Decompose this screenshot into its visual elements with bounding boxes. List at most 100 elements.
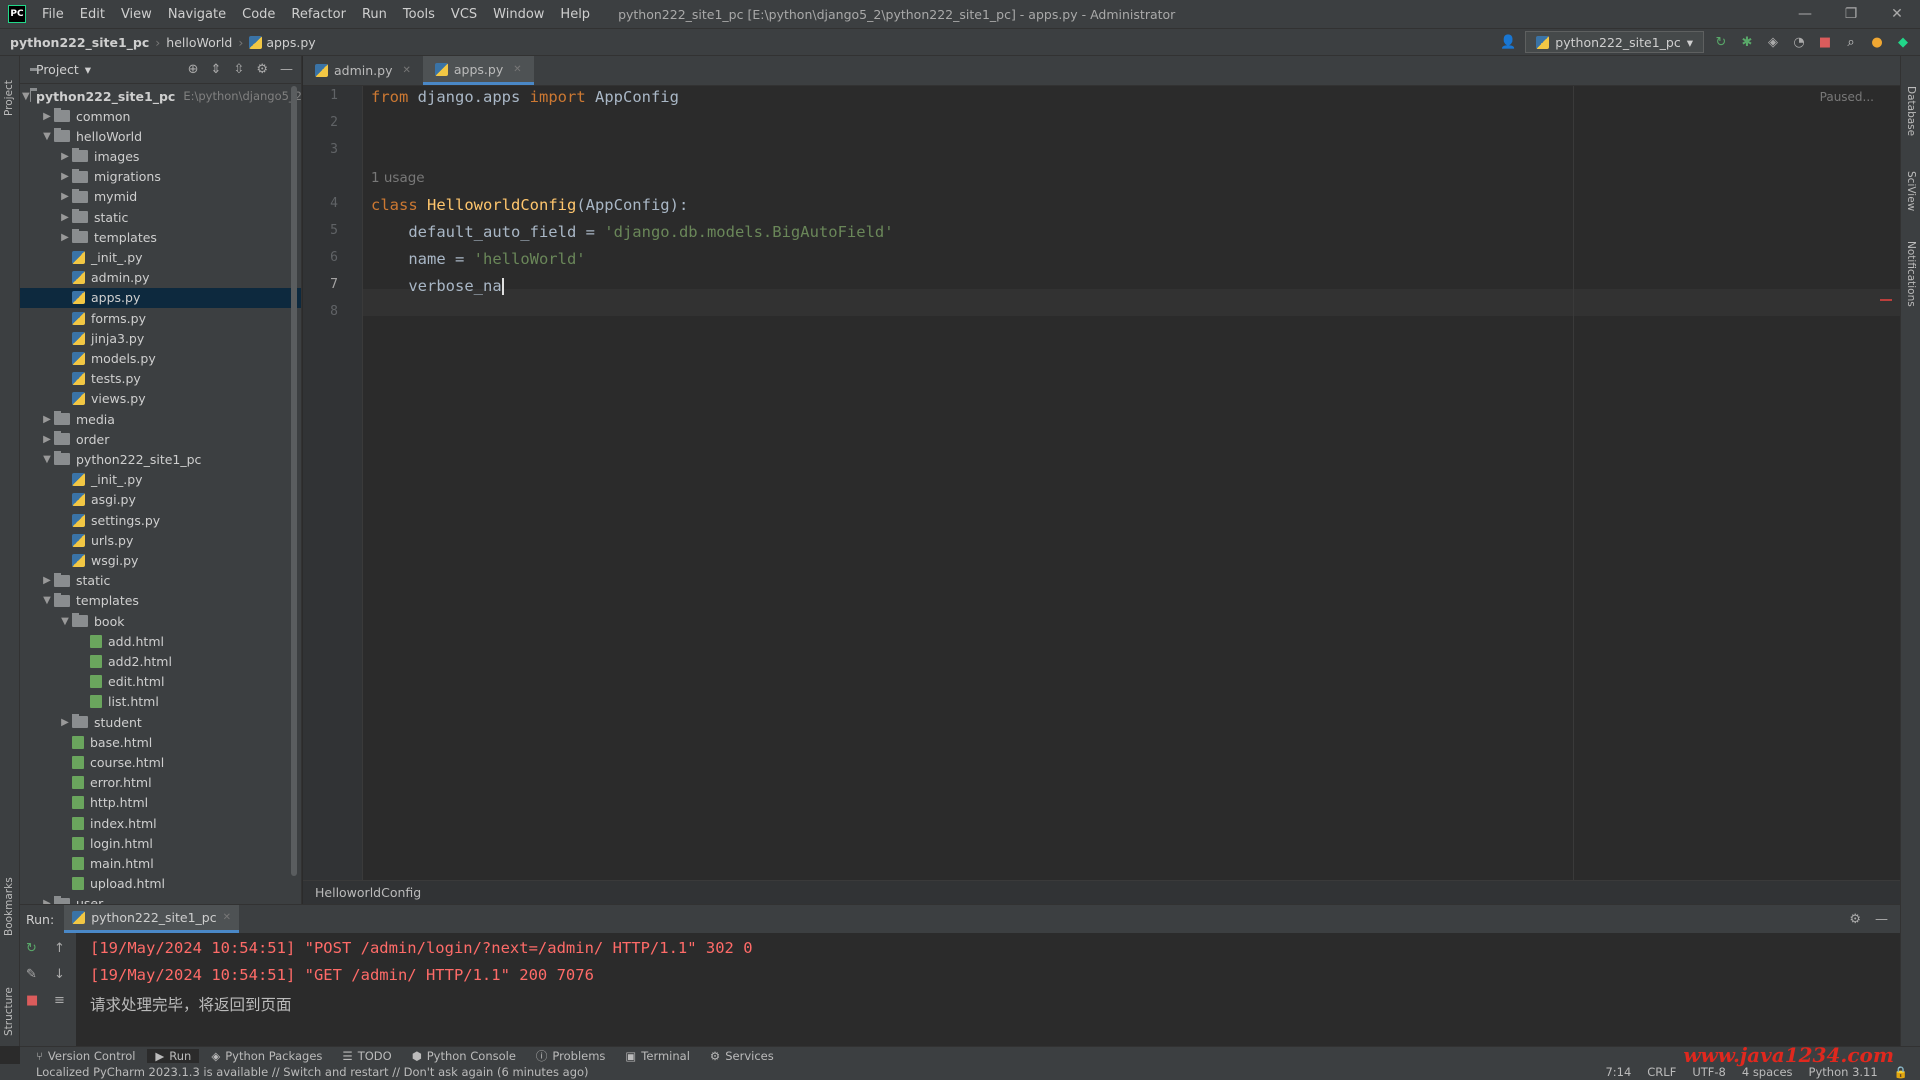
tree-item[interactable]: login.html: [20, 833, 301, 853]
tree-item[interactable]: base.html: [20, 732, 301, 752]
breadcrumb-project[interactable]: python222_site1_pc: [10, 35, 149, 50]
expand-toggle-icon[interactable]: ▶: [58, 212, 72, 223]
tree-item[interactable]: ▶ mymid: [20, 187, 301, 207]
expand-toggle-icon[interactable]: ▶: [58, 232, 72, 243]
gear-icon[interactable]: ⚙: [1849, 912, 1861, 927]
expand-toggle-icon[interactable]: ▶: [40, 111, 54, 122]
tree-item[interactable]: ▼ templates: [20, 591, 301, 611]
tree-item[interactable]: forms.py: [20, 308, 301, 328]
python-interpreter[interactable]: Python 3.11: [1809, 1065, 1878, 1079]
close-button[interactable]: ✕: [1874, 0, 1920, 28]
collapse-all-icon[interactable]: ⇳: [233, 62, 244, 77]
menu-file[interactable]: File: [34, 7, 72, 22]
menu-run[interactable]: Run: [354, 7, 395, 22]
menu-refactor[interactable]: Refactor: [283, 7, 354, 22]
menu-vcs[interactable]: VCS: [443, 7, 485, 22]
tree-item[interactable]: ▶ media: [20, 409, 301, 429]
breadcrumb-file[interactable]: apps.py: [266, 35, 315, 50]
indent-setting[interactable]: 4 spaces: [1742, 1065, 1793, 1079]
tree-item[interactable]: index.html: [20, 813, 301, 833]
tool-tab-terminal[interactable]: ▣ Terminal: [617, 1049, 697, 1063]
expand-all-icon[interactable]: ⇕: [211, 62, 222, 77]
expand-toggle-icon[interactable]: ▼: [40, 595, 54, 606]
tree-root[interactable]: ▼ python222_site1_pc E:\python\django5_2: [20, 86, 301, 106]
tree-item[interactable]: ▶ static: [20, 571, 301, 591]
caret-position[interactable]: 7:14: [1605, 1065, 1631, 1079]
user-icon[interactable]: 👤: [1499, 33, 1517, 51]
menu-view[interactable]: View: [113, 7, 160, 22]
tool-tab-python-console[interactable]: ⬢ Python Console: [404, 1049, 524, 1063]
tree-item[interactable]: add2.html: [20, 651, 301, 671]
tree-item[interactable]: admin.py: [20, 268, 301, 288]
tree-item[interactable]: ▶ common: [20, 106, 301, 126]
sciview-tool-button[interactable]: SciView: [1905, 171, 1917, 211]
expand-toggle-icon[interactable]: ▶: [58, 171, 72, 182]
tool-tab-services[interactable]: ⚙ Services: [702, 1049, 782, 1063]
tree-item[interactable]: jinja3.py: [20, 328, 301, 348]
tree-item[interactable]: ▶ static: [20, 207, 301, 227]
run-tab[interactable]: python222_site1_pc ✕: [64, 905, 239, 933]
tab-admin-py[interactable]: admin.py ✕: [303, 56, 423, 85]
database-tool-button[interactable]: Database: [1905, 86, 1917, 136]
bookmarks-tool-button[interactable]: Bookmarks: [3, 877, 15, 936]
rerun-icon[interactable]: ↻: [1712, 33, 1730, 51]
tree-item[interactable]: ▼ helloWorld: [20, 126, 301, 146]
close-tab-icon[interactable]: ✕: [513, 64, 521, 75]
footer-class-crumb[interactable]: HelloworldConfig: [315, 885, 421, 900]
close-tab-icon[interactable]: ✕: [402, 65, 410, 76]
soft-wrap-icon[interactable]: ≡: [54, 993, 65, 1008]
tree-item[interactable]: wsgi.py: [20, 550, 301, 570]
close-tab-icon[interactable]: ✕: [223, 912, 231, 923]
tree-item[interactable]: ▶ student: [20, 712, 301, 732]
debug-icon[interactable]: ✱: [1738, 33, 1756, 51]
gear-icon[interactable]: ⚙: [256, 62, 268, 77]
minimize-button[interactable]: —: [1782, 0, 1828, 28]
error-stripe-mark[interactable]: [1880, 299, 1892, 301]
tool-tab-python-packages[interactable]: ◈ Python Packages: [203, 1049, 330, 1063]
project-scrollbar[interactable]: [291, 86, 297, 876]
update-icon[interactable]: ●: [1868, 33, 1886, 51]
tree-item[interactable]: models.py: [20, 348, 301, 368]
tree-item[interactable]: edit.html: [20, 672, 301, 692]
profile-icon[interactable]: ◔: [1790, 33, 1808, 51]
coverage-icon[interactable]: ◈: [1764, 33, 1782, 51]
tree-item[interactable]: ▶ templates: [20, 227, 301, 247]
tree-item[interactable]: ▶ migrations: [20, 167, 301, 187]
expand-toggle-icon[interactable]: ▶: [40, 434, 54, 445]
menu-help[interactable]: Help: [552, 7, 598, 22]
tool-tab-version-control[interactable]: ⑂ Version Control: [28, 1049, 143, 1063]
tree-item[interactable]: apps.py: [20, 287, 301, 308]
tool-tab-todo[interactable]: ☰ TODO: [334, 1049, 399, 1063]
locate-icon[interactable]: ⊕: [188, 62, 199, 77]
structure-tool-button[interactable]: Structure: [3, 987, 15, 1036]
tree-item[interactable]: list.html: [20, 692, 301, 712]
tab-apps-py[interactable]: apps.py ✕: [422, 56, 534, 85]
project-tool-button[interactable]: Project: [3, 80, 15, 116]
tree-item[interactable]: settings.py: [20, 510, 301, 530]
run-config-select[interactable]: python222_site1_pc ▾: [1525, 31, 1704, 53]
scroll-down-icon[interactable]: ↓: [54, 967, 65, 982]
notifications-tool-button[interactable]: Notifications: [1905, 241, 1917, 307]
line-separator[interactable]: CRLF: [1647, 1065, 1676, 1079]
tree-item[interactable]: views.py: [20, 389, 301, 409]
tree-item[interactable]: urls.py: [20, 530, 301, 550]
tree-item[interactable]: error.html: [20, 773, 301, 793]
expand-toggle-icon[interactable]: ▼: [58, 616, 72, 627]
expand-toggle-icon[interactable]: ▼: [40, 131, 54, 142]
menu-navigate[interactable]: Navigate: [160, 7, 234, 22]
expand-toggle-icon[interactable]: ▶: [40, 575, 54, 586]
rerun-icon[interactable]: ↻: [26, 941, 37, 956]
menu-edit[interactable]: Edit: [72, 7, 113, 22]
tree-item[interactable]: ▶ images: [20, 146, 301, 166]
search-icon[interactable]: ⌕: [1842, 33, 1860, 51]
tree-item[interactable]: http.html: [20, 793, 301, 813]
tree-item[interactable]: _init_.py: [20, 470, 301, 490]
tree-item[interactable]: upload.html: [20, 874, 301, 894]
hide-icon[interactable]: —: [280, 62, 293, 77]
maximize-button[interactable]: ❐: [1828, 0, 1874, 28]
lock-icon[interactable]: 🔒: [1894, 1065, 1908, 1079]
wrench-icon[interactable]: ✎: [26, 967, 37, 982]
code-editor[interactable]: 1 2 3 4 5 6 7 8 from django.apps import …: [303, 86, 1900, 880]
usage-hint[interactable]: 1 usage: [371, 170, 425, 186]
breadcrumb-folder[interactable]: helloWorld: [166, 35, 232, 50]
